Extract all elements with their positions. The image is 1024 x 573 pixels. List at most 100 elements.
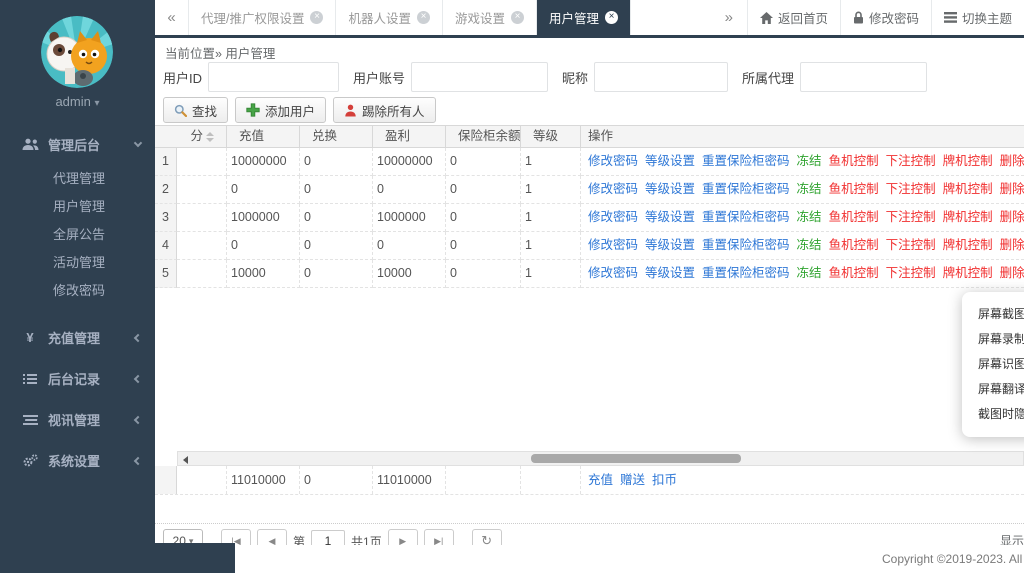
table-row[interactable]: 4 0 0 0 0 1 修改密码等级设置重置保险柜密码冻结鱼机控制下注控制牌机控… <box>155 232 1024 260</box>
sidebar-item-user-management[interactable]: 用户管理 <box>0 193 155 221</box>
switch-theme-button[interactable]: 切换主题 <box>931 0 1024 35</box>
close-icon[interactable]: × <box>511 11 524 24</box>
level-cell: 1 <box>521 148 581 176</box>
op-link[interactable]: 删除 <box>1000 148 1024 175</box>
sidebar-section-admin[interactable]: 管理后台 <box>0 126 155 163</box>
sidebar-section-settings[interactable]: 系统设置 <box>0 440 155 481</box>
op-link[interactable]: 牌机控制 <box>943 148 993 175</box>
op-link[interactable]: 重置保险柜密码 <box>702 260 790 287</box>
sidebar-section-recharge[interactable]: ¥ 充值管理 <box>0 317 155 358</box>
horizontal-scrollbar[interactable] <box>177 451 1024 466</box>
op-link[interactable]: 修改密码 <box>588 260 638 287</box>
context-menu-item[interactable]: 屏幕识图 ( <box>962 352 1024 377</box>
op-link[interactable]: 修改密码 <box>588 176 638 203</box>
close-icon[interactable]: × <box>417 11 430 24</box>
exchange-cell: 0 <box>300 176 373 204</box>
context-menu-item[interactable]: 屏幕截图 ( <box>962 302 1024 327</box>
op-link[interactable]: 牌机控制 <box>943 204 993 231</box>
op-link[interactable]: 删除 <box>1000 260 1024 287</box>
op-link[interactable]: 下注控制 <box>886 176 936 203</box>
nickname-input[interactable] <box>594 62 728 92</box>
op-link[interactable]: 冻结 <box>797 176 822 203</box>
op-link[interactable]: 等级设置 <box>645 232 695 259</box>
tabs-scroll-left-button[interactable]: « <box>155 0 189 35</box>
op-link[interactable]: 牌机控制 <box>943 176 993 203</box>
op-link[interactable]: 重置保险柜密码 <box>702 232 790 259</box>
op-link[interactable]: 等级设置 <box>645 176 695 203</box>
op-link[interactable]: 等级设置 <box>645 260 695 287</box>
op-link[interactable]: 冻结 <box>797 204 822 231</box>
agent-input[interactable] <box>800 62 927 92</box>
op-link[interactable]: 修改密码 <box>588 148 638 175</box>
op-link[interactable]: 下注控制 <box>886 148 936 175</box>
table-row[interactable]: 2 0 0 0 0 1 修改密码等级设置重置保险柜密码冻结鱼机控制下注控制牌机控… <box>155 176 1024 204</box>
home-button[interactable]: 返回首页 <box>747 0 840 35</box>
op-link[interactable]: 充值 <box>588 466 613 494</box>
op-link[interactable]: 删除 <box>1000 176 1024 203</box>
sidebar-section-logs[interactable]: 后台记录 <box>0 358 155 399</box>
op-link[interactable]: 冻结 <box>797 232 822 259</box>
op-link[interactable]: 删除 <box>1000 204 1024 231</box>
column-header-score[interactable]: 分 <box>155 126 227 147</box>
op-link[interactable]: 鱼机控制 <box>829 204 879 231</box>
op-link[interactable]: 删除 <box>1000 232 1024 259</box>
column-header-profit[interactable]: 盈利 <box>373 126 446 147</box>
scroll-left-arrow-icon[interactable] <box>183 456 188 464</box>
search-button[interactable]: 查找 <box>163 97 228 123</box>
op-link[interactable]: 下注控制 <box>886 232 936 259</box>
close-icon[interactable]: × <box>605 11 618 24</box>
table-row[interactable]: 3 1000000 0 1000000 0 1 修改密码等级设置重置保险柜密码冻… <box>155 204 1024 232</box>
tabs-scroll-right-button[interactable]: » <box>711 0 747 35</box>
user-menu[interactable]: admin ▾ <box>0 94 155 109</box>
op-link[interactable]: 牌机控制 <box>943 260 993 287</box>
tab-agent-permission-settings[interactable]: 代理/推广权限设置 × <box>189 0 336 35</box>
table-row[interactable]: 1 10000000 0 10000000 0 1 修改密码等级设置重置保险柜密… <box>155 148 1024 176</box>
tab-robot-settings[interactable]: 机器人设置 × <box>336 0 443 35</box>
op-link[interactable]: 鱼机控制 <box>829 176 879 203</box>
scrollbar-thumb[interactable] <box>531 454 741 463</box>
tab-game-settings[interactable]: 游戏设置 × <box>443 0 537 35</box>
table-row[interactable]: 5 10000 0 10000 0 1 修改密码等级设置重置保险柜密码冻结鱼机控… <box>155 260 1024 288</box>
row-number: 1 <box>155 148 177 176</box>
op-link[interactable]: 重置保险柜密码 <box>702 176 790 203</box>
sort-icon[interactable] <box>206 132 214 142</box>
context-menu-item[interactable]: 屏幕翻译 ( <box>962 377 1024 402</box>
context-menu-item[interactable]: 截图时隐藏截 <box>962 402 1024 427</box>
op-link[interactable]: 鱼机控制 <box>829 232 879 259</box>
sidebar-item-agent-management[interactable]: 代理管理 <box>0 165 155 193</box>
op-link[interactable]: 重置保险柜密码 <box>702 204 790 231</box>
op-link[interactable]: 冻结 <box>797 260 822 287</box>
column-header-safe-balance[interactable]: 保险柜余额 <box>446 126 521 147</box>
op-link[interactable]: 修改密码 <box>588 204 638 231</box>
kick-all-button[interactable]: 踢除所有人 <box>333 97 436 123</box>
change-password-button[interactable]: 修改密码 <box>840 0 931 35</box>
op-link[interactable]: 牌机控制 <box>943 232 993 259</box>
sidebar-item-activity-management[interactable]: 活动管理 <box>0 249 155 277</box>
op-link[interactable]: 鱼机控制 <box>829 260 879 287</box>
op-link[interactable]: 等级设置 <box>645 204 695 231</box>
op-link[interactable]: 下注控制 <box>886 260 936 287</box>
total-exchange: 0 <box>300 466 373 494</box>
op-link[interactable]: 扣币 <box>652 466 677 494</box>
sidebar-item-fullscreen-notice[interactable]: 全屏公告 <box>0 221 155 249</box>
op-link[interactable]: 等级设置 <box>645 148 695 175</box>
avatar[interactable] <box>41 16 113 88</box>
op-link[interactable]: 赠送 <box>620 466 645 494</box>
context-menu-item[interactable]: 屏幕录制 ( <box>962 327 1024 352</box>
user-id-input[interactable] <box>208 62 339 92</box>
add-user-button[interactable]: 添加用户 <box>235 97 326 123</box>
tab-user-management[interactable]: 用户管理 × <box>537 0 631 35</box>
sidebar-item-change-password[interactable]: 修改密码 <box>0 277 155 305</box>
op-link[interactable]: 鱼机控制 <box>829 148 879 175</box>
column-header-recharge[interactable]: 充值 <box>227 126 300 147</box>
video-icon <box>20 414 40 426</box>
column-header-level[interactable]: 等级 <box>521 126 581 147</box>
op-link[interactable]: 重置保险柜密码 <box>702 148 790 175</box>
sidebar-section-video[interactable]: 视讯管理 <box>0 399 155 440</box>
account-input[interactable] <box>411 62 548 92</box>
op-link[interactable]: 冻结 <box>797 148 822 175</box>
op-link[interactable]: 修改密码 <box>588 232 638 259</box>
op-link[interactable]: 下注控制 <box>886 204 936 231</box>
close-icon[interactable]: × <box>310 11 323 24</box>
column-header-exchange[interactable]: 兑换 <box>300 126 373 147</box>
